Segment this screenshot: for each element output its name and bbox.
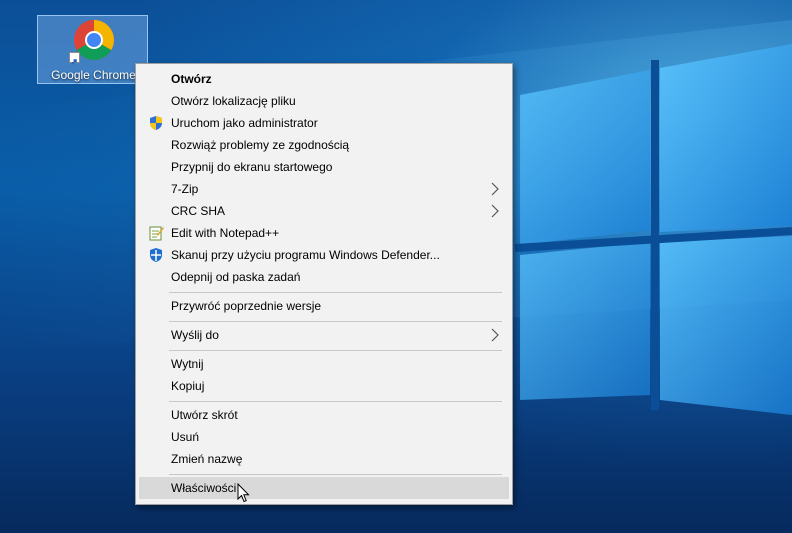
menu-item-label: Właściwości [171,481,237,495]
menu-item-label: Uruchom jako administrator [171,116,318,130]
mouse-cursor-icon [237,483,250,503]
menu-item-label: Kopiuj [171,379,205,393]
shortcut-arrow-icon [69,52,80,65]
menu-item-open-file-location[interactable]: Otwórz lokalizację pliku [139,90,509,112]
chevron-right-icon [491,204,499,218]
menu-item-crc-sha[interactable]: CRC SHA [139,200,509,222]
menu-separator [169,350,502,351]
menu-item-label: Przypnij do ekranu startowego [171,160,333,174]
menu-item-label: Utwórz skrót [171,408,238,422]
menu-item-label: Zmień nazwę [171,452,243,466]
menu-separator [169,292,502,293]
menu-item-unpin-taskbar[interactable]: Odepnij od paska zadań [139,266,509,288]
menu-item-label: Przywróć poprzednie wersje [171,299,322,313]
menu-item-run-as-admin[interactable]: Uruchom jako administrator [139,112,509,134]
menu-item-label: Wytnij [171,357,204,371]
notepadpp-icon [149,226,164,241]
shortcut-label: Google Chrome [51,68,136,82]
menu-item-copy[interactable]: Kopiuj [139,375,509,397]
menu-item-label: Skanuj przy użyciu programu Windows Defe… [171,248,440,262]
menu-item-label: Otwórz [171,72,212,86]
desktop-shortcut-google-chrome[interactable]: Google Chrome [37,15,148,84]
menu-item-label: Rozwiąż problemy ze zgodnością [171,138,350,152]
menu-item-label: CRC SHA [171,204,226,218]
menu-item-properties[interactable]: Właściwości [139,477,509,499]
menu-item-edit-notepadpp[interactable]: Edit with Notepad++ [139,222,509,244]
menu-item-label: Usuń [171,430,200,444]
menu-item-label: Edit with Notepad++ [171,226,280,240]
context-menu: Otwórz Otwórz lokalizację pliku Uruchom … [135,63,513,505]
menu-separator [169,474,502,475]
menu-separator [169,321,502,322]
menu-item-label: 7-Zip [171,182,199,196]
menu-item-pin-to-start[interactable]: Przypnij do ekranu startowego [139,156,509,178]
menu-item-restore-previous-versions[interactable]: Przywróć poprzednie wersje [139,295,509,317]
menu-item-open[interactable]: Otwórz [139,68,509,90]
menu-item-label: Otwórz lokalizację pliku [171,94,296,108]
chevron-right-icon [491,328,499,342]
menu-item-troubleshoot-compatibility[interactable]: Rozwiąż problemy ze zgodnością [139,134,509,156]
menu-item-7zip[interactable]: 7-Zip [139,178,509,200]
menu-item-delete[interactable]: Usuń [139,426,509,448]
menu-item-cut[interactable]: Wytnij [139,353,509,375]
uac-shield-icon [150,116,162,130]
windows-defender-icon [150,248,162,262]
chevron-right-icon [491,182,499,196]
menu-item-label: Wyślij do [171,328,219,342]
menu-item-scan-windows-defender[interactable]: Skanuj przy użyciu programu Windows Defe… [139,244,509,266]
menu-separator [169,401,502,402]
menu-item-label: Odepnij od paska zadań [171,270,301,284]
menu-item-create-shortcut[interactable]: Utwórz skrót [139,404,509,426]
menu-item-rename[interactable]: Zmień nazwę [139,448,509,470]
menu-item-send-to[interactable]: Wyślij do [139,324,509,346]
